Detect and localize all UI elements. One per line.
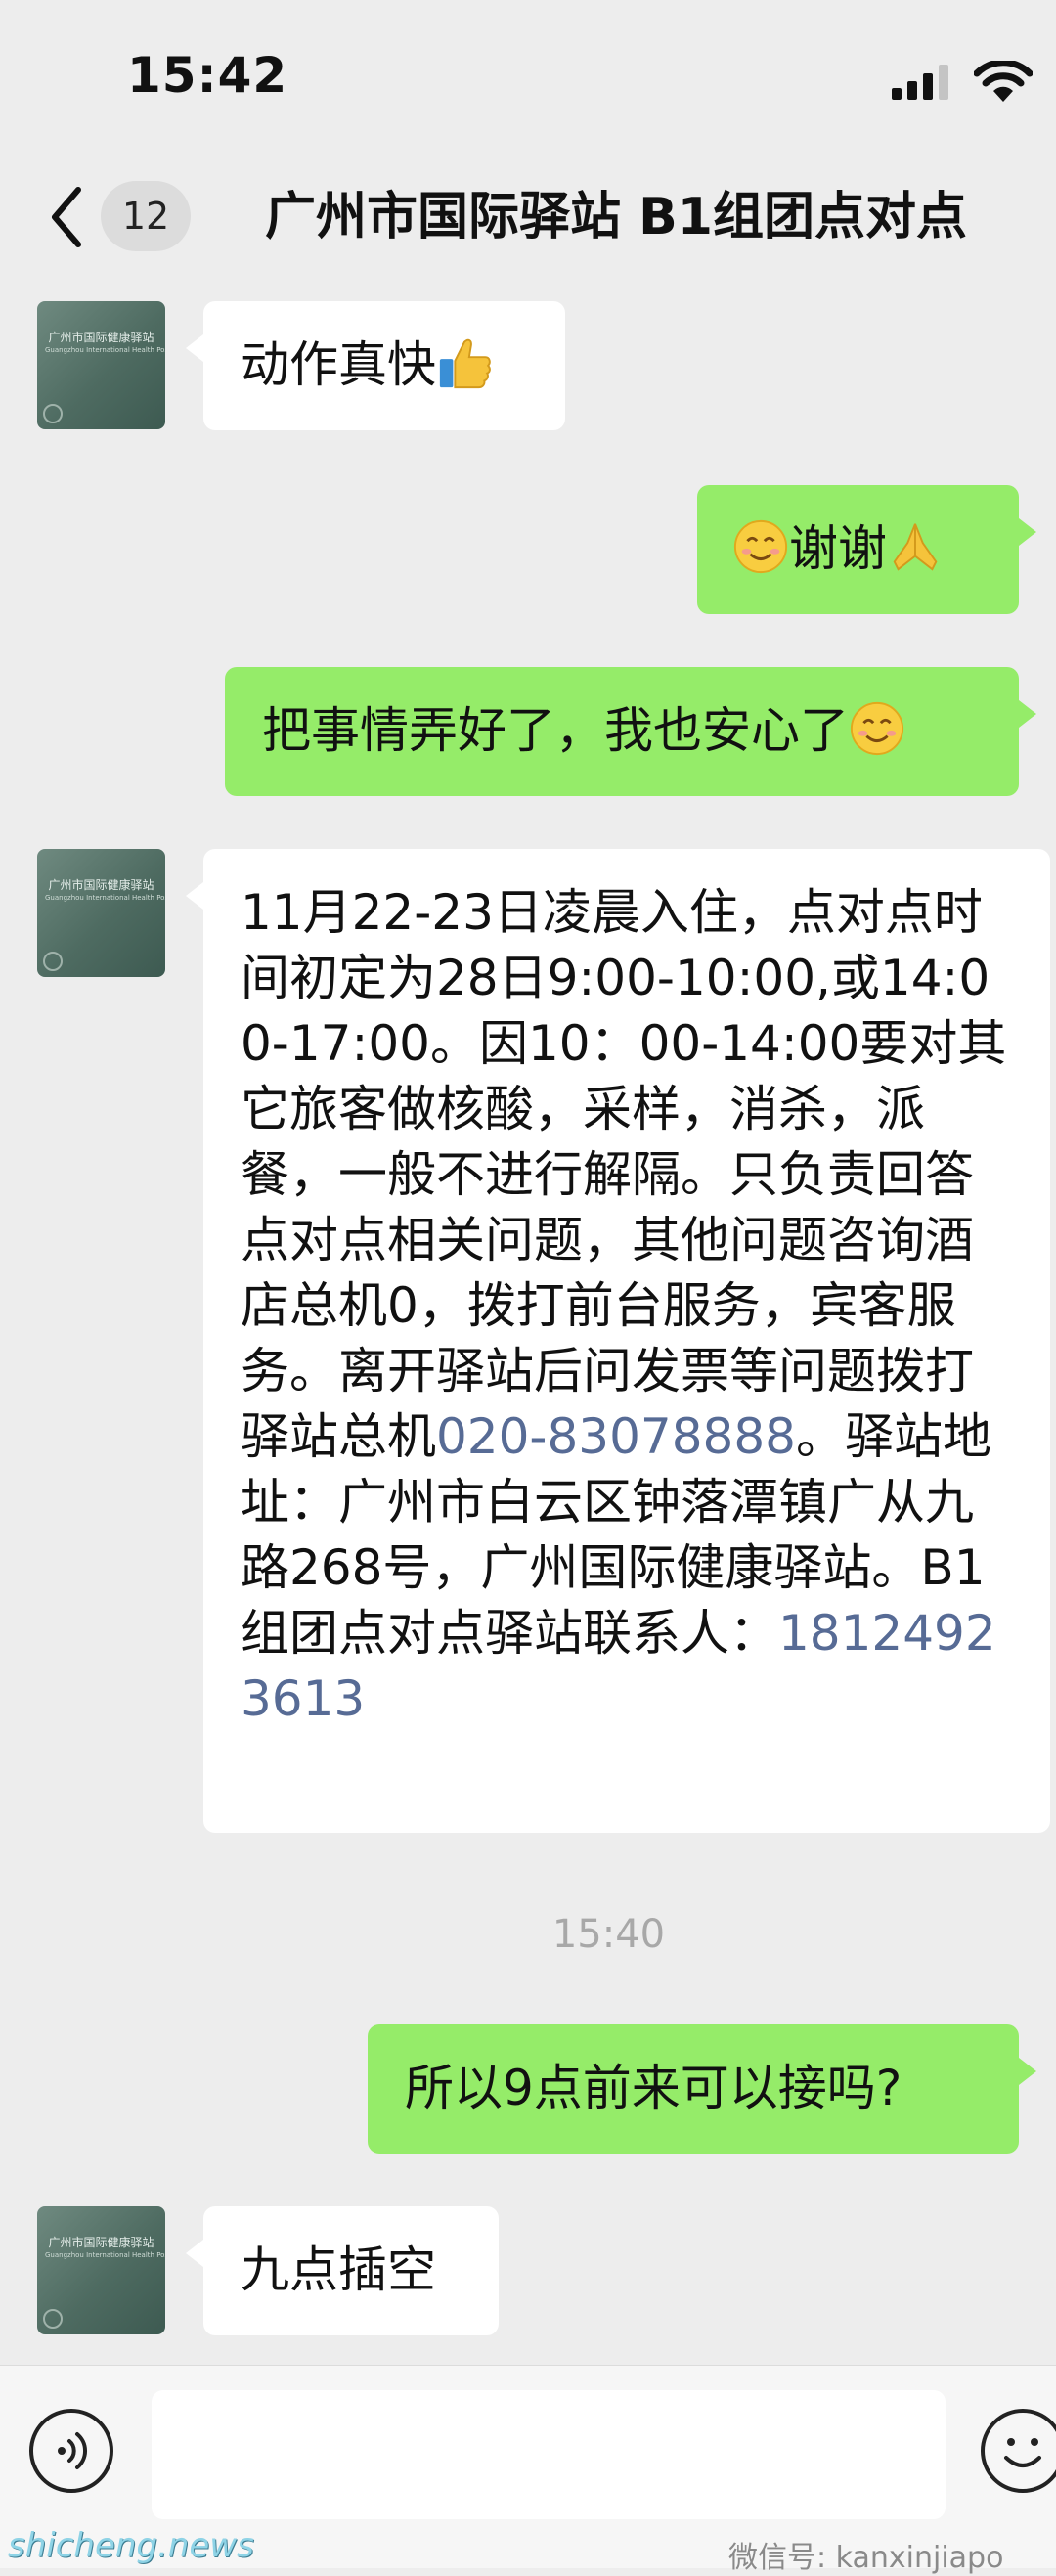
smiling-face-icon bbox=[733, 519, 788, 574]
message-bubble-outgoing[interactable]: 谢谢 bbox=[697, 485, 1036, 614]
contact-avatar[interactable]: 广州市国际健康驿站 Guangzhou International Health… bbox=[37, 2206, 165, 2334]
message-bubble-outgoing[interactable]: 把事情弄好了，我也安心了 bbox=[225, 667, 1036, 796]
cellular-signal-icon bbox=[892, 65, 948, 100]
message-input[interactable] bbox=[152, 2390, 946, 2519]
voice-input-button[interactable] bbox=[29, 2409, 113, 2493]
message-timestamp: 15:40 bbox=[551, 1912, 666, 1957]
message-text: 11月22-23日凌晨入住，点对点时间初定为28日9:00-10:00,或14:… bbox=[241, 884, 1007, 1727]
message-text: 把事情弄好了，我也安心了 bbox=[262, 702, 849, 759]
contact-avatar[interactable]: 广州市国际健康驿站 Guangzhou International Health… bbox=[37, 849, 165, 977]
message-bubble-incoming[interactable]: 11月22-23日凌晨入住，点对点时间初定为28日9:00-10:00,或14:… bbox=[186, 849, 1050, 1833]
folded-hands-icon bbox=[893, 523, 938, 571]
emoji-face-icon bbox=[1004, 2438, 1041, 2467]
chevron-left-icon[interactable] bbox=[47, 186, 86, 248]
contact-avatar[interactable]: 广州市国际健康驿站 Guangzhou International Health… bbox=[37, 301, 165, 429]
unread-count-badge[interactable]: 12 bbox=[101, 181, 191, 251]
message-text: 谢谢 bbox=[789, 520, 887, 577]
message-text: 所以9点前来可以接吗? bbox=[405, 2060, 902, 2116]
message-text: 动作真快 bbox=[241, 336, 436, 393]
thumbs-up-icon bbox=[439, 338, 491, 389]
chat-title: 广州市国际驿站 B1组团点对点 bbox=[265, 188, 967, 246]
status-bar: 15:42 bbox=[0, 0, 1056, 161]
site-watermark: shicheng.news bbox=[8, 2526, 254, 2565]
wechat-watermark: 微信号: kanxinjiapo bbox=[728, 2541, 1004, 2575]
message-bubble-outgoing[interactable]: 所以9点前来可以接吗? bbox=[368, 2024, 1036, 2154]
wifi-icon bbox=[974, 61, 1033, 102]
message-bubble-incoming[interactable]: 九点插空 bbox=[186, 2206, 499, 2335]
message-bubble-incoming[interactable]: 动作真快 bbox=[186, 301, 565, 430]
status-time: 15:42 bbox=[127, 47, 288, 104]
emoji-button[interactable] bbox=[981, 2409, 1056, 2493]
smiling-face-icon bbox=[850, 701, 904, 756]
voice-icon bbox=[58, 2432, 88, 2469]
message-text: 九点插空 bbox=[241, 2242, 436, 2298]
phone-link[interactable]: 020-83078888 bbox=[436, 1408, 796, 1465]
